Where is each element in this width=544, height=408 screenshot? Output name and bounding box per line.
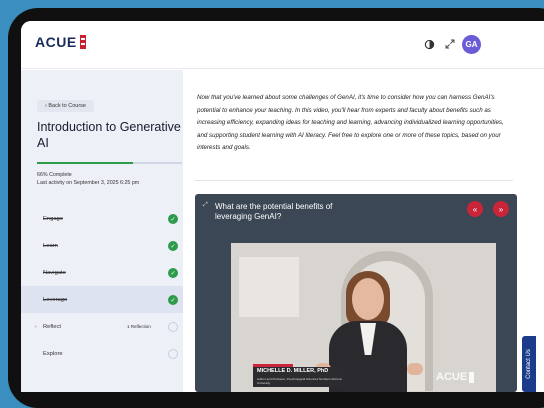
nav-item-learn[interactable]: Learn ✓ [21,232,183,259]
contact-us-label: Contact Us [526,349,532,379]
nav-item-label: Learn [43,242,58,249]
course-sidebar: ‹ Back to Course Introduction to Generat… [21,70,183,392]
content-divider [195,180,513,181]
nav-item-engage[interactable]: Engage ✓ [21,205,183,232]
incomplete-circle-icon [168,322,178,332]
video-card-title: What are the potential benefits of lever… [215,202,333,221]
progress-text: 66% Complete [37,172,72,178]
last-activity: Last activity on September 3, 2025 6:25 … [37,180,140,186]
course-progress-fill [37,162,133,164]
nav-item-label: Engage [43,215,63,222]
speaker-face [352,278,384,320]
acue-logo[interactable]: ACUE [35,34,86,50]
course-progress-bar [37,162,182,164]
nav-item-label: Leverage [43,296,68,303]
back-to-course-button[interactable]: ‹ Back to Course [37,100,94,112]
speaker-hand-right [407,363,423,375]
check-icon: ✓ [168,214,178,224]
incomplete-circle-icon [168,349,178,359]
logo-mark-icon [79,35,86,49]
nav-item-navigate[interactable]: Navigate ✓ [21,259,183,286]
watermark-text: ACUE [436,371,468,383]
nav-item-explore[interactable]: Explore [21,340,183,367]
check-icon: ✓ [168,268,178,278]
background-shelf [239,257,299,317]
previous-button[interactable]: « [467,201,483,217]
fullscreen-icon[interactable] [443,37,457,51]
module-nav: Engage ✓ Learn ✓ Navigate ✓ Leverage ✓ ›… [21,205,183,367]
course-title: Introduction to Generative AI [37,120,181,150]
progress-meta: 66% Complete Last activity on September … [37,171,139,187]
lesson-intro-text: Now that you've learned about some chall… [197,94,504,151]
next-button[interactable]: » [493,201,509,217]
app-screen: ACUE GA ‹ Back to Course Introduction to… [21,21,544,392]
speaker-title: Author and Professor, Psychological Scie… [257,377,342,385]
theme-toggle-icon[interactable] [422,37,436,51]
reflection-count: 1 Reflection [127,324,151,329]
contact-us-tab[interactable]: Contact Us [522,336,536,392]
user-avatar[interactable]: GA [462,35,481,54]
check-icon: ✓ [168,241,178,251]
watermark-mark-icon [469,371,475,383]
nav-item-leverage[interactable]: Leverage ✓ [21,286,183,313]
nav-item-label: Reflect [43,323,62,330]
chevron-right-icon: › [35,324,37,330]
top-header: ACUE GA [21,21,544,69]
expand-icon[interactable]: ⤢ [203,202,208,209]
video-card: ⤢ What are the potential benefits of lev… [195,194,517,392]
video-player[interactable]: MICHELLE D. MILLER, PhD Author and Profe… [231,243,496,392]
lesson-content: Now that you've learned about some chall… [183,70,544,392]
video-watermark: ACUE [436,371,475,383]
nav-item-reflect[interactable]: › Reflect 1 Reflection [21,313,183,340]
nav-item-label: Explore [43,350,63,357]
check-icon: ✓ [168,295,178,305]
speaker-name: MICHELLE D. MILLER, PhD [257,368,329,374]
nav-item-label: Navigate [43,269,66,276]
logo-text: ACUE [35,34,77,50]
